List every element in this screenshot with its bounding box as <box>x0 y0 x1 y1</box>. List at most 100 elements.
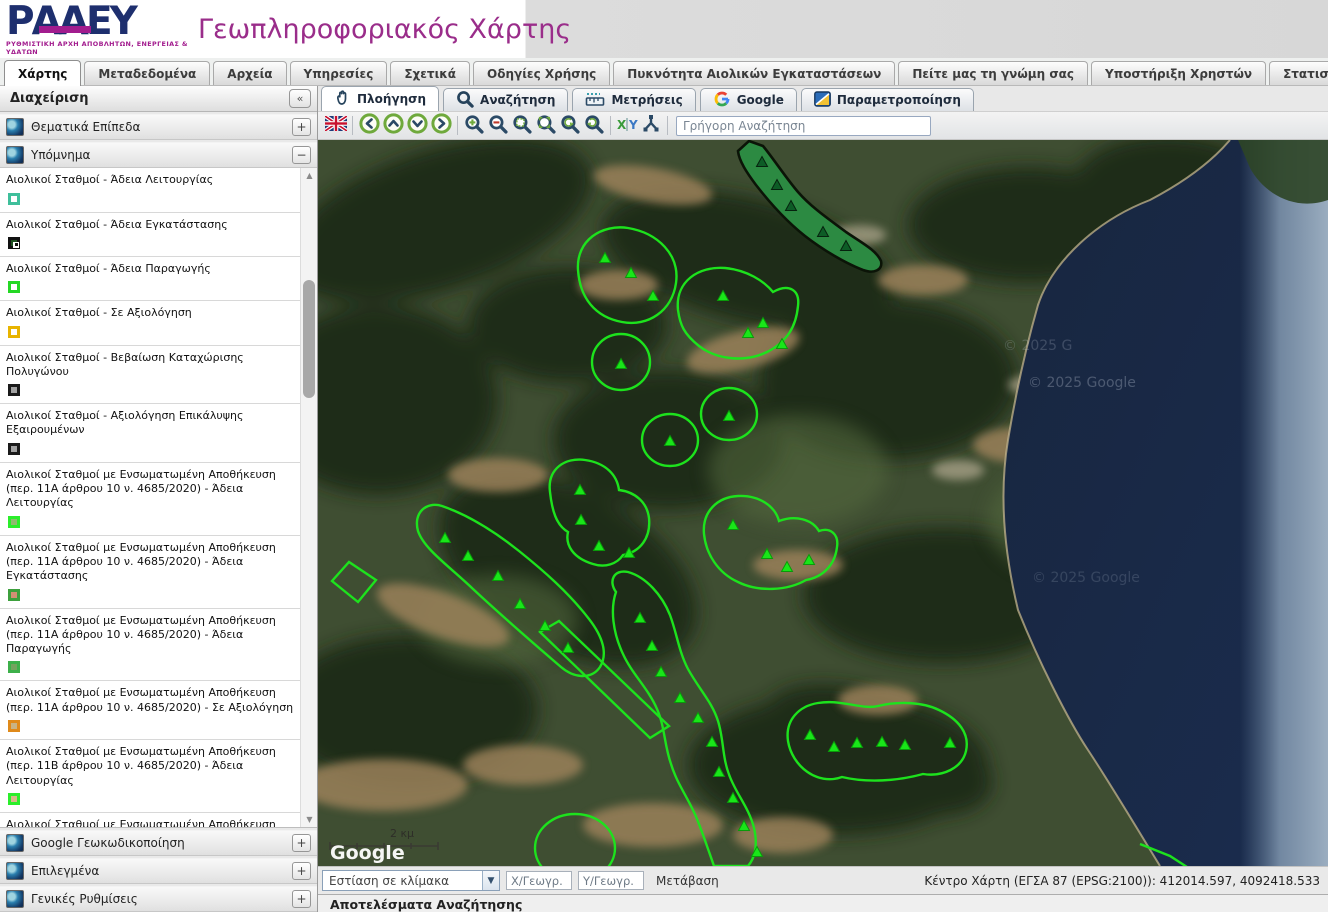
zoom-extent-button[interactable] <box>534 114 558 138</box>
legend-scrollbar[interactable]: ▲ ▼ <box>300 168 317 827</box>
main-tab-10[interactable]: Στατιστικά Επισκεψιμότητας <box>1269 61 1328 85</box>
scrollbar-thumb[interactable] <box>303 280 315 398</box>
zoom-next-icon <box>584 114 604 138</box>
map-center-coordinates: Κέντρο Χάρτη (ΕΓΣΑ 87 (EPSG:2100)): 4120… <box>924 874 1320 888</box>
sidebar-top-panel-1[interactable]: Θεματικά Επίπεδα + <box>0 114 317 140</box>
content-row: Διαχείριση « Θεματικά Επίπεδα + Υπόμνημα… <box>0 86 1328 912</box>
legend-swatch-icon <box>8 589 20 601</box>
logo-text: ΡΑΑΕΥ <box>6 2 190 42</box>
scrollbar-up-icon[interactable]: ▲ <box>301 168 317 183</box>
main-tab-8[interactable]: Πείτε μας τη γνώμη σας <box>898 61 1088 85</box>
scalebar-label: 2 κμ <box>390 827 414 840</box>
pan-left-button[interactable] <box>357 114 381 138</box>
tool-tab-2[interactable]: Αναζήτηση <box>443 88 568 111</box>
pan-right-button[interactable] <box>429 114 453 138</box>
tool-tab-1[interactable]: Πλοήγηση <box>321 86 439 111</box>
map-viewport[interactable]: © 2025 G© 2025 Google© 2025 Google 2 κμ … <box>318 140 1328 866</box>
main-tab-7[interactable]: Πυκνότητα Αιολικών Εγκαταστάσεων <box>613 61 895 85</box>
legend-item-8: Αιολικοί Σταθμοί με Ενσωματωμένη Αποθήκε… <box>0 536 300 609</box>
map-thumbnail-icon <box>6 890 24 908</box>
legend-label: Αιολικοί Σταθμοί με Ενσωματωμένη Αποθήκε… <box>6 686 294 715</box>
sidebar-bottom-panel-3[interactable]: Γενικές Ρυθμίσεις + <box>0 886 317 912</box>
legend-label: Αιολικοί Σταθμοί με Ενσωματωμένη Αποθήκε… <box>6 818 294 828</box>
sidebar-collapse-button[interactable]: « <box>289 89 311 108</box>
sidebar-bottom-panel-1[interactable]: Google Γεωκωδικοποίηση + <box>0 830 317 856</box>
panel-label: Google Γεωκωδικοποίηση <box>31 836 292 850</box>
legend-label: Αιολικοί Σταθμοί με Ενσωματωμένη Αποθήκε… <box>6 614 294 657</box>
logo-subtitle: ΡΥΘΜΙΣΤΙΚΗ ΑΡΧΗ ΑΠΟΒΛΗΤΩΝ, ΕΝΕΡΓΕΙΑΣ & Υ… <box>6 40 190 56</box>
zoom-out-button[interactable] <box>486 114 510 138</box>
legend-list: Αιολικοί Σταθμοί - Άδεια ΛειτουργίαςΑιολ… <box>0 168 300 828</box>
google-attribution: Google <box>330 842 405 864</box>
x-coordinate-input[interactable] <box>506 871 572 890</box>
expand-icon[interactable]: + <box>292 118 311 136</box>
legend-item-12: Αιολικοί Σταθμοί με Ενσωματωμένη Αποθήκε… <box>0 813 300 828</box>
satellite-map[interactable]: © 2025 G© 2025 Google© 2025 Google 2 κμ … <box>318 140 1328 866</box>
google-watermark: © 2025 Google <box>1028 375 1136 391</box>
zoom-box-button[interactable] <box>510 114 534 138</box>
legend-swatch-icon <box>8 516 20 528</box>
sidebar-top-panel-2[interactable]: Υπόμνημα − <box>0 142 317 168</box>
legend-item-5: Αιολικοί Σταθμοί - Βεβαίωση Καταχώρισης … <box>0 346 300 405</box>
legend-swatch-icon <box>8 281 20 293</box>
pan-up-icon <box>383 113 404 138</box>
legend-swatch-icon <box>8 193 20 205</box>
legend-label: Αιολικοί Σταθμοί με Ενσωματωμένη Αποθήκε… <box>6 468 294 511</box>
legend-label: Αιολικοί Σταθμοί - Βεβαίωση Καταχώρισης … <box>6 351 294 380</box>
zoom-next-button[interactable] <box>582 114 606 138</box>
scrollbar-down-icon[interactable]: ▼ <box>301 812 317 827</box>
panel-label: Γενικές Ρυθμίσεις <box>31 892 292 906</box>
xy-icon: XY <box>616 115 638 137</box>
main-tab-1[interactable]: Χάρτης <box>4 60 81 86</box>
legend-panel: Αιολικοί Σταθμοί - Άδεια ΛειτουργίαςΑιολ… <box>0 168 317 828</box>
go-to-button[interactable]: Μετάβαση <box>656 874 719 888</box>
collapse-icon[interactable]: − <box>292 146 311 164</box>
xy-button[interactable]: XY <box>615 114 639 138</box>
svg-text:X: X <box>617 118 627 132</box>
zoom-scale-value: Εστίαση σε κλίμακα <box>323 874 482 888</box>
search-icon <box>456 90 474 111</box>
route-button[interactable] <box>639 114 663 138</box>
app-header: ΡΑΑΕΥ ΡΥΘΜΙΣΤΙΚΗ ΑΡΧΗ ΑΠΟΒΛΗΤΩΝ, ΕΝΕΡΓΕΙ… <box>0 0 1328 58</box>
main-tab-9[interactable]: Υποστήριξη Χρηστών <box>1091 61 1266 85</box>
pan-up-button[interactable] <box>381 114 405 138</box>
main-tab-2[interactable]: Μεταδεδομένα <box>84 61 210 85</box>
legend-label: Αιολικοί Σταθμοί - Αξιολόγηση Επικάλυψης… <box>6 409 294 438</box>
search-results-header[interactable]: Αποτελέσματα Αναζήτησης <box>318 894 1328 912</box>
tool-tab-4[interactable]: Google <box>700 88 797 111</box>
quick-search-input[interactable] <box>676 116 931 136</box>
main-tab-3[interactable]: Αρχεία <box>213 61 286 85</box>
legend-swatch-icon <box>8 661 20 673</box>
tool-tab-3[interactable]: Μετρήσεις <box>572 88 695 111</box>
params-icon <box>814 91 831 110</box>
legend-item-7: Αιολικοί Σταθμοί με Ενσωματωμένη Αποθήκε… <box>0 463 300 536</box>
legend-label: Αιολικοί Σταθμοί - Σε Αξιολόγηση <box>6 306 294 320</box>
main-tab-5[interactable]: Σχετικά <box>390 61 470 85</box>
logo-accent-bar <box>39 26 91 33</box>
zoom-scale-select[interactable]: Εστίαση σε κλίμακα ▼ <box>322 870 500 891</box>
pan-down-button[interactable] <box>405 114 429 138</box>
legend-item-9: Αιολικοί Σταθμοί με Ενσωματωμένη Αποθήκε… <box>0 609 300 682</box>
map-toolbar: XY <box>318 112 1328 140</box>
zoom-prev-button[interactable] <box>558 114 582 138</box>
geo-map-app: ΡΑΑΕΥ ΡΥΘΜΙΣΤΙΚΗ ΑΡΧΗ ΑΠΟΒΛΗΤΩΝ, ΕΝΕΡΓΕΙ… <box>0 0 1328 912</box>
pan-down-icon <box>407 113 428 138</box>
y-coordinate-input[interactable] <box>578 871 644 890</box>
flag-button[interactable] <box>324 114 348 138</box>
toolbar-separator <box>352 116 353 135</box>
expand-icon[interactable]: + <box>292 862 311 880</box>
main-tab-6[interactable]: Οδηγίες Χρήσης <box>473 61 610 85</box>
legend-swatch-icon <box>8 443 20 455</box>
tool-tab-5[interactable]: Παραμετροποίηση <box>801 88 974 111</box>
zoom-in-button[interactable] <box>462 114 486 138</box>
map-status-bar: Εστίαση σε κλίμακα ▼ Μετάβαση Κέντρο Χάρ… <box>318 866 1328 894</box>
main-tab-4[interactable]: Υπηρεσίες <box>290 61 388 85</box>
expand-icon[interactable]: + <box>292 890 311 908</box>
legend-swatch-icon <box>8 326 20 338</box>
tool-tab-label: Google <box>737 93 784 107</box>
flag-icon <box>325 116 347 135</box>
legend-swatch-icon <box>8 237 20 249</box>
sidebar-bottom-panel-2[interactable]: Επιλεγμένα + <box>0 858 317 884</box>
raaey-logo: ΡΑΑΕΥ ΡΥΘΜΙΣΤΙΚΗ ΑΡΧΗ ΑΠΟΒΛΗΤΩΝ, ΕΝΕΡΓΕΙ… <box>0 2 190 56</box>
expand-icon[interactable]: + <box>292 834 311 852</box>
